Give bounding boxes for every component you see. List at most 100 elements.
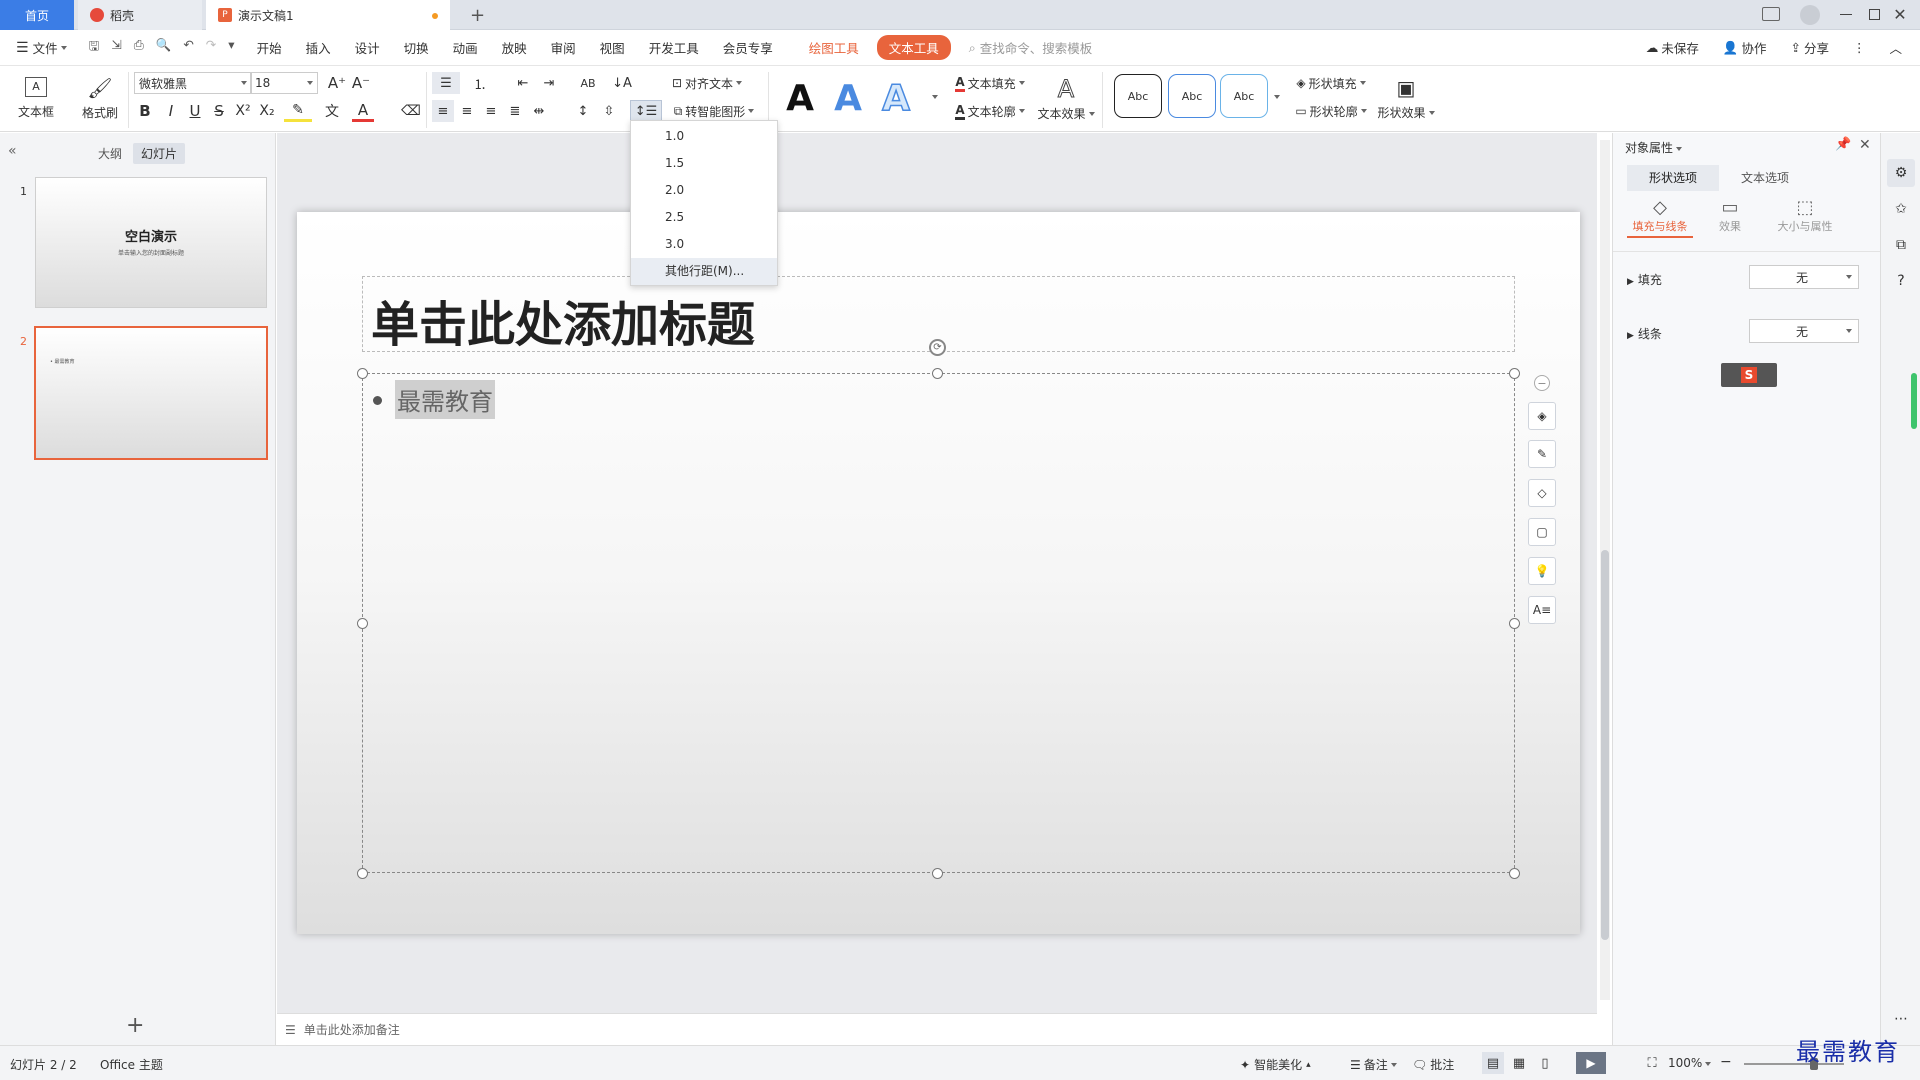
- save-icon[interactable]: 🖫: [89, 37, 100, 58]
- command-search[interactable]: ⌕ 查找命令、搜索模板: [957, 38, 1105, 57]
- shape-outline-button[interactable]: ▭ 形状轮廓: [1290, 100, 1372, 122]
- resize-handle-l[interactable]: [357, 618, 368, 629]
- menu-review[interactable]: 审阅: [539, 38, 588, 57]
- text-layout-icon[interactable]: A≡: [1528, 596, 1556, 624]
- resize-handle-b[interactable]: [932, 868, 943, 879]
- customize-icon[interactable]: ▾: [228, 37, 234, 58]
- print-preview-icon[interactable]: 🔍: [156, 37, 172, 58]
- text-style-more-icon[interactable]: [928, 86, 938, 108]
- subtab-fill-line[interactable]: ◇ 填充与线条: [1627, 197, 1693, 238]
- print-icon[interactable]: ⎙: [134, 37, 144, 58]
- menu-slideshow[interactable]: 放映: [490, 38, 539, 57]
- format-painter-button[interactable]: 🖌 格式刷: [72, 70, 128, 126]
- theme-name[interactable]: Office 主题: [100, 1056, 163, 1073]
- input-method-toolbar[interactable]: S: [1721, 363, 1777, 387]
- slide-thumbnail-2[interactable]: • 最需教育: [34, 326, 268, 460]
- close-panel-icon[interactable]: ✕: [1859, 137, 1871, 153]
- align-left-icon[interactable]: ≡: [432, 100, 454, 122]
- zoom-out-icon[interactable]: −: [1720, 1054, 1732, 1070]
- text-direction-icon[interactable]: AB: [574, 72, 602, 94]
- numbering-icon[interactable]: ⒈: [466, 72, 494, 94]
- sort-icon[interactable]: ↓A: [608, 72, 636, 94]
- zoom-level[interactable]: 100%: [1668, 1056, 1712, 1070]
- text-effect-button[interactable]: A 文本效果: [1036, 70, 1096, 126]
- notes-area[interactable]: ☰ 单击此处添加备注: [277, 1013, 1597, 1045]
- rotate-handle-icon[interactable]: ⟳: [929, 339, 946, 356]
- highlight-icon[interactable]: ✎: [284, 100, 312, 122]
- font-name-select[interactable]: 微软雅黑: [134, 72, 252, 94]
- normal-view-icon[interactable]: ▤: [1482, 1052, 1504, 1074]
- tab-home[interactable]: 首页: [0, 0, 74, 30]
- resize-handle-t[interactable]: [932, 368, 943, 379]
- more-options-icon[interactable]: ⋮: [1841, 40, 1878, 55]
- undo-icon[interactable]: ↶: [183, 37, 193, 58]
- more-icon[interactable]: ⋯: [1887, 1009, 1915, 1029]
- subtab-size[interactable]: ⬚ 大小与属性: [1765, 197, 1845, 234]
- line-select[interactable]: 无: [1749, 319, 1859, 343]
- collapse-ribbon-icon[interactable]: ︿: [1877, 38, 1920, 57]
- canvas-scrollbar-thumb[interactable]: [1601, 550, 1609, 940]
- menu-design[interactable]: 设计: [343, 38, 392, 57]
- line-spacing-more[interactable]: 其他行距(M)...: [631, 258, 777, 285]
- shape-style-2[interactable]: Abc: [1168, 74, 1216, 118]
- play-slideshow-icon[interactable]: ▶: [1576, 1052, 1606, 1074]
- superscript-icon[interactable]: X²: [232, 100, 254, 122]
- shape-style-3[interactable]: Abc: [1220, 74, 1268, 118]
- sorter-view-icon[interactable]: ▦: [1508, 1052, 1530, 1074]
- idea-bulb-icon[interactable]: 💡: [1528, 557, 1556, 585]
- subscript-icon[interactable]: X₂: [256, 100, 278, 122]
- line-spacing-option-1-5[interactable]: 1.5: [631, 150, 777, 177]
- menu-insert[interactable]: 插入: [294, 38, 343, 57]
- user-avatar[interactable]: [1800, 5, 1820, 25]
- strikethrough-icon[interactable]: S: [208, 100, 230, 122]
- distribute-icon[interactable]: ⇹: [528, 100, 550, 122]
- scroll-indicator[interactable]: [1911, 373, 1917, 429]
- animation-icon[interactable]: ✩: [1887, 195, 1915, 223]
- tab-document[interactable]: P 演示文稿1: [206, 0, 450, 30]
- increase-indent-icon[interactable]: ⇥: [538, 72, 560, 94]
- collaborate-button[interactable]: 👤 协作: [1711, 38, 1779, 57]
- frame-icon[interactable]: ▢: [1528, 518, 1556, 546]
- justify-icon[interactable]: ≣: [504, 100, 526, 122]
- bullets-icon[interactable]: ☰: [432, 72, 460, 94]
- subtab-effect[interactable]: ▭ 效果: [1697, 197, 1763, 234]
- font-color-icon[interactable]: A: [352, 100, 374, 122]
- smart-beautify-button[interactable]: ✦ 智能美化 ▴: [1240, 1056, 1311, 1073]
- tab-wps[interactable]: 稻壳: [78, 0, 202, 30]
- font-size-select[interactable]: 18: [250, 72, 318, 94]
- slide-thumbnail-1[interactable]: 空白演示 单击输入您的封面副标题: [35, 177, 267, 308]
- add-slide-button[interactable]: +: [126, 1013, 144, 1038]
- text-style-black[interactable]: A: [778, 74, 822, 122]
- decrease-indent-icon[interactable]: ⇤: [512, 72, 534, 94]
- menu-developer[interactable]: 开发工具: [637, 38, 711, 57]
- resize-handle-bl[interactable]: [357, 868, 368, 879]
- resize-handle-tr[interactable]: [1509, 368, 1520, 379]
- pin-icon[interactable]: 📌: [1835, 137, 1851, 152]
- align-center-icon[interactable]: ≡: [456, 100, 478, 122]
- underline-icon[interactable]: U: [184, 100, 206, 122]
- panel-title[interactable]: 对象属性: [1625, 139, 1683, 156]
- shape-fill-button[interactable]: ◈ 形状填充: [1290, 72, 1372, 94]
- tab-outline[interactable]: 大纲: [92, 143, 128, 164]
- window-layout-icon[interactable]: [1762, 7, 1780, 21]
- resize-handle-br[interactable]: [1509, 868, 1520, 879]
- line-spacing-option-1[interactable]: 1.0: [631, 123, 777, 150]
- menu-drawing-tools[interactable]: 绘图工具: [797, 38, 871, 57]
- text-style-outline[interactable]: A: [874, 74, 918, 122]
- fit-window-icon[interactable]: ⛶: [1642, 1052, 1662, 1074]
- tab-text-options[interactable]: 文本选项: [1719, 165, 1811, 191]
- canvas-scrollbar[interactable]: [1600, 140, 1610, 1000]
- paragraph-spacing-icon[interactable]: ↕: [572, 100, 594, 122]
- layers-icon[interactable]: ◈: [1528, 402, 1556, 430]
- shape-effect-button[interactable]: ▣ 形状效果: [1374, 70, 1438, 126]
- new-tab-button[interactable]: +: [458, 0, 497, 30]
- line-section-toggle[interactable]: ▶ 线条: [1627, 325, 1662, 342]
- reading-view-icon[interactable]: ▯: [1534, 1052, 1556, 1074]
- align-right-icon[interactable]: ≡: [480, 100, 502, 122]
- help-icon[interactable]: ?: [1887, 267, 1915, 295]
- line-spacing-option-2[interactable]: 2.0: [631, 177, 777, 204]
- comments-button[interactable]: 🗨 批注: [1412, 1056, 1454, 1073]
- fill-select[interactable]: 无: [1749, 265, 1859, 289]
- tab-slides[interactable]: 幻灯片: [133, 143, 186, 164]
- resize-handle-tl[interactable]: [357, 368, 368, 379]
